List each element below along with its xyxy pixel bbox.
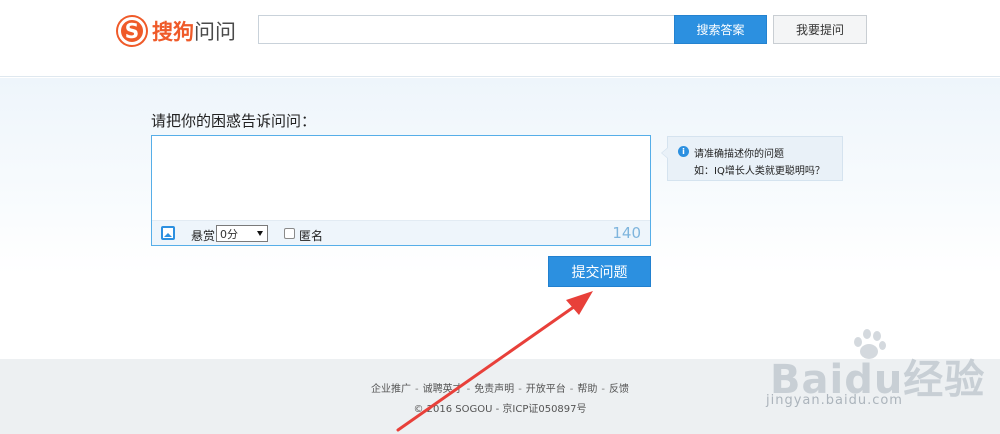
footer-link-feedback[interactable]: 反馈 [609, 384, 629, 395]
search-answers-button[interactable]: 搜索答案 [674, 15, 767, 44]
logo-rest: 问问 [194, 20, 236, 44]
question-toolbar: 悬赏 0分 匿名 140 [152, 220, 650, 245]
baidu-jingyan-watermark: Baidu经验 jingyan.baidu.com [762, 325, 984, 415]
reward-label: 悬赏 [191, 229, 216, 243]
search-input[interactable] [258, 15, 674, 44]
question-textarea[interactable] [152, 136, 650, 220]
watermark-url: jingyan.baidu.com [766, 393, 903, 408]
reward-select[interactable]: 0分 [216, 225, 268, 242]
ask-prompt: 请把你的困惑告诉问问： [151, 112, 317, 130]
sogou-logo[interactable]: S 搜狗问问 [118, 15, 236, 47]
info-icon: i [678, 146, 689, 157]
footer-separator: - [601, 384, 606, 395]
header: S 搜狗问问 搜索答案 我要提问 [0, 0, 1000, 77]
footer-link-help[interactable]: 帮助 [577, 384, 597, 395]
image-icon[interactable] [161, 226, 175, 240]
anonymous-label: 匿名 [299, 229, 324, 243]
question-box: 悬赏 0分 匿名 140 [151, 135, 651, 246]
anonymous-checkbox[interactable] [284, 228, 295, 239]
sogou-s-logo-icon: S [118, 17, 146, 45]
submit-question-button[interactable]: 提交问题 [548, 256, 651, 287]
char-count: 140 [612, 224, 641, 242]
footer-separator: - [518, 384, 522, 395]
footer-link-promotion[interactable]: 企业推广 [371, 384, 411, 395]
tip-line-2: 如：IQ增长人类就更聪明吗？ [694, 166, 825, 177]
logo-text: 搜狗问问 [152, 16, 236, 46]
footer-link-disclaimer[interactable]: 免责声明 [474, 384, 514, 395]
footer-separator: - [569, 384, 574, 395]
caret-down-icon [257, 231, 263, 236]
footer-link-open-platform[interactable]: 开放平台 [526, 384, 566, 395]
footer-separator: - [414, 384, 419, 395]
tip-box: i 请准确描述你的问题 如：IQ增长人类就更聪明吗？ [661, 136, 843, 181]
footer-separator: - [466, 384, 471, 395]
footer-link-careers[interactable]: 诚聘英才 [423, 384, 463, 395]
tip-line-1: 请准确描述你的问题 [694, 149, 784, 160]
main-content: 请把你的困惑告诉问问： 悬赏 0分 匿名 140 i 请准确描述你的问题 如：I… [0, 78, 1000, 359]
ask-question-button[interactable]: 我要提问 [773, 15, 867, 44]
reward-value: 0分 [220, 227, 238, 241]
logo-brand: 搜狗 [152, 20, 194, 44]
